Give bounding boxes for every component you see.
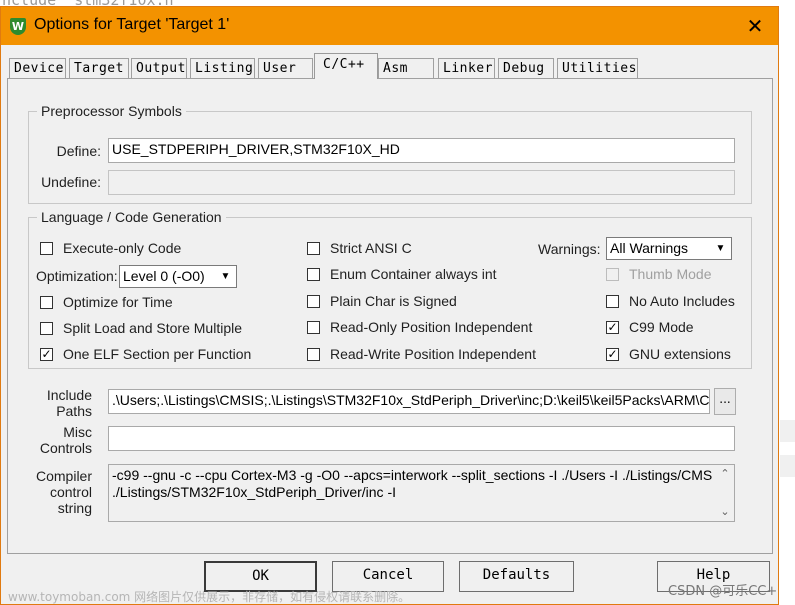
tab-device[interactable]: Device	[9, 58, 66, 78]
no-auto-includes-box[interactable]	[606, 295, 619, 308]
tab-linker[interactable]: Linker	[438, 58, 495, 78]
optimization-value: Level 0 (-O0)	[123, 268, 205, 284]
include-label-line1: Include	[46, 387, 92, 403]
misc-label-line2: Controls	[39, 440, 92, 456]
define-label: Define:	[56, 143, 101, 159]
ro-pi-box[interactable]	[307, 321, 320, 334]
tab-debug[interactable]: Debug	[498, 58, 554, 78]
execute-only-box[interactable]	[40, 242, 53, 255]
include-label-line2: Paths	[56, 403, 92, 419]
compiler-label-line3: string	[57, 500, 92, 516]
rw-pi-label: Read-Write Position Independent	[330, 346, 536, 362]
keil-app-icon: W	[10, 18, 26, 35]
optimization-label: Optimization:	[36, 268, 118, 284]
include-browse-button[interactable]: ...	[714, 388, 736, 415]
c-cpp-panel: Preprocessor Symbols Define: USE_STDPERI…	[7, 78, 773, 554]
optimization-select[interactable]: Level 0 (-O0) ▼	[119, 265, 237, 288]
plain-char-label: Plain Char is Signed	[330, 293, 457, 309]
undefine-label: Undefine:	[41, 174, 101, 190]
dialog-title: Options for Target 'Target 1'	[34, 16, 230, 33]
tab-user[interactable]: User	[258, 58, 313, 78]
execute-only-label: Execute-only Code	[63, 240, 182, 256]
compiler-control-string[interactable]: -c99 --gnu -c --cpu Cortex-M3 -g -O0 --a…	[108, 464, 735, 522]
thumb-mode-box	[606, 268, 619, 281]
tab-asm[interactable]: Asm	[378, 58, 434, 78]
misc-label-line1: Misc	[63, 424, 92, 440]
warnings-select[interactable]: All Warnings ▼	[606, 237, 732, 260]
compiler-string-line2: ./Listings/STM32F10x_StdPeriph_Driver/in…	[112, 484, 396, 500]
preprocessor-group-label: Preprocessor Symbols	[37, 103, 186, 119]
compiler-label-line2: control	[49, 484, 92, 500]
compiler-label-line1: Compiler	[35, 468, 92, 484]
define-input[interactable]: USE_STDPERIPH_DRIVER,STM32F10X_HD	[108, 138, 735, 163]
background-editor-strip	[780, 455, 795, 477]
watermark-right: CSDN @可乐CC+	[668, 584, 778, 599]
misc-controls-label: Misc Controls	[28, 424, 92, 456]
c99-mode-label: C99 Mode	[629, 319, 694, 335]
tab-listing[interactable]: Listing	[190, 58, 255, 78]
scroll-down-icon[interactable]: ⌄	[716, 503, 734, 521]
misc-controls-input[interactable]	[108, 426, 735, 451]
options-dialog: W Options for Target 'Target 1' ✕ Device…	[0, 6, 779, 605]
no-auto-includes-label: No Auto Includes	[629, 293, 735, 309]
close-icon[interactable]: ✕	[732, 7, 778, 45]
gnu-extensions-label: GNU extensions	[629, 346, 731, 362]
plain-char-box[interactable]	[307, 295, 320, 308]
tab-utilities[interactable]: Utilities	[557, 58, 638, 78]
tab-c-cpp[interactable]: C/C++	[314, 53, 378, 79]
include-paths-label: Include Paths	[28, 387, 92, 419]
warnings-label: Warnings:	[538, 241, 601, 257]
compiler-string-line1: -c99 --gnu -c --cpu Cortex-M3 -g -O0 --a…	[112, 467, 712, 483]
ro-pi-label: Read-Only Position Independent	[330, 319, 533, 335]
chevron-down-icon[interactable]: ▼	[217, 268, 234, 285]
one-elf-box[interactable]: ✓	[40, 348, 53, 361]
tab-target[interactable]: Target	[69, 58, 129, 78]
optimize-time-box[interactable]	[40, 296, 53, 309]
thumb-mode-label: Thumb Mode	[629, 266, 712, 282]
warnings-value: All Warnings	[610, 240, 689, 256]
watermark-left: www.toymoban.com 网络图片仅供展示，非存储，如有侵权请联系删除。	[8, 590, 411, 604]
c99-mode-box[interactable]: ✓	[606, 321, 619, 334]
title-bar[interactable]: W Options for Target 'Target 1' ✕	[1, 7, 778, 45]
split-load-box[interactable]	[40, 322, 53, 335]
language-group-label: Language / Code Generation	[37, 209, 226, 225]
defaults-button[interactable]: Defaults	[459, 561, 574, 592]
strict-ansi-box[interactable]	[307, 242, 320, 255]
undefine-input[interactable]	[108, 170, 735, 195]
enum-container-label: Enum Container always int	[330, 266, 497, 282]
tab-output[interactable]: Output	[131, 58, 187, 78]
optimize-time-label: Optimize for Time	[63, 294, 173, 310]
gnu-extensions-box[interactable]: ✓	[606, 348, 619, 361]
rw-pi-box[interactable]	[307, 348, 320, 361]
split-load-label: Split Load and Store Multiple	[63, 320, 242, 336]
one-elf-label: One ELF Section per Function	[63, 346, 252, 362]
compiler-control-label: Compiler control string	[28, 468, 92, 516]
compiler-scrollbar[interactable]: ⌃ ⌄	[716, 465, 734, 521]
background-editor-strip	[780, 420, 795, 442]
enum-container-box[interactable]	[307, 268, 320, 281]
chevron-down-icon[interactable]: ▼	[712, 240, 729, 257]
include-paths-input[interactable]: .\Users;.\Listings\CMSIS;.\Listings\STM3…	[108, 389, 710, 414]
scroll-up-icon[interactable]: ⌃	[716, 465, 734, 483]
strict-ansi-label: Strict ANSI C	[330, 240, 412, 256]
